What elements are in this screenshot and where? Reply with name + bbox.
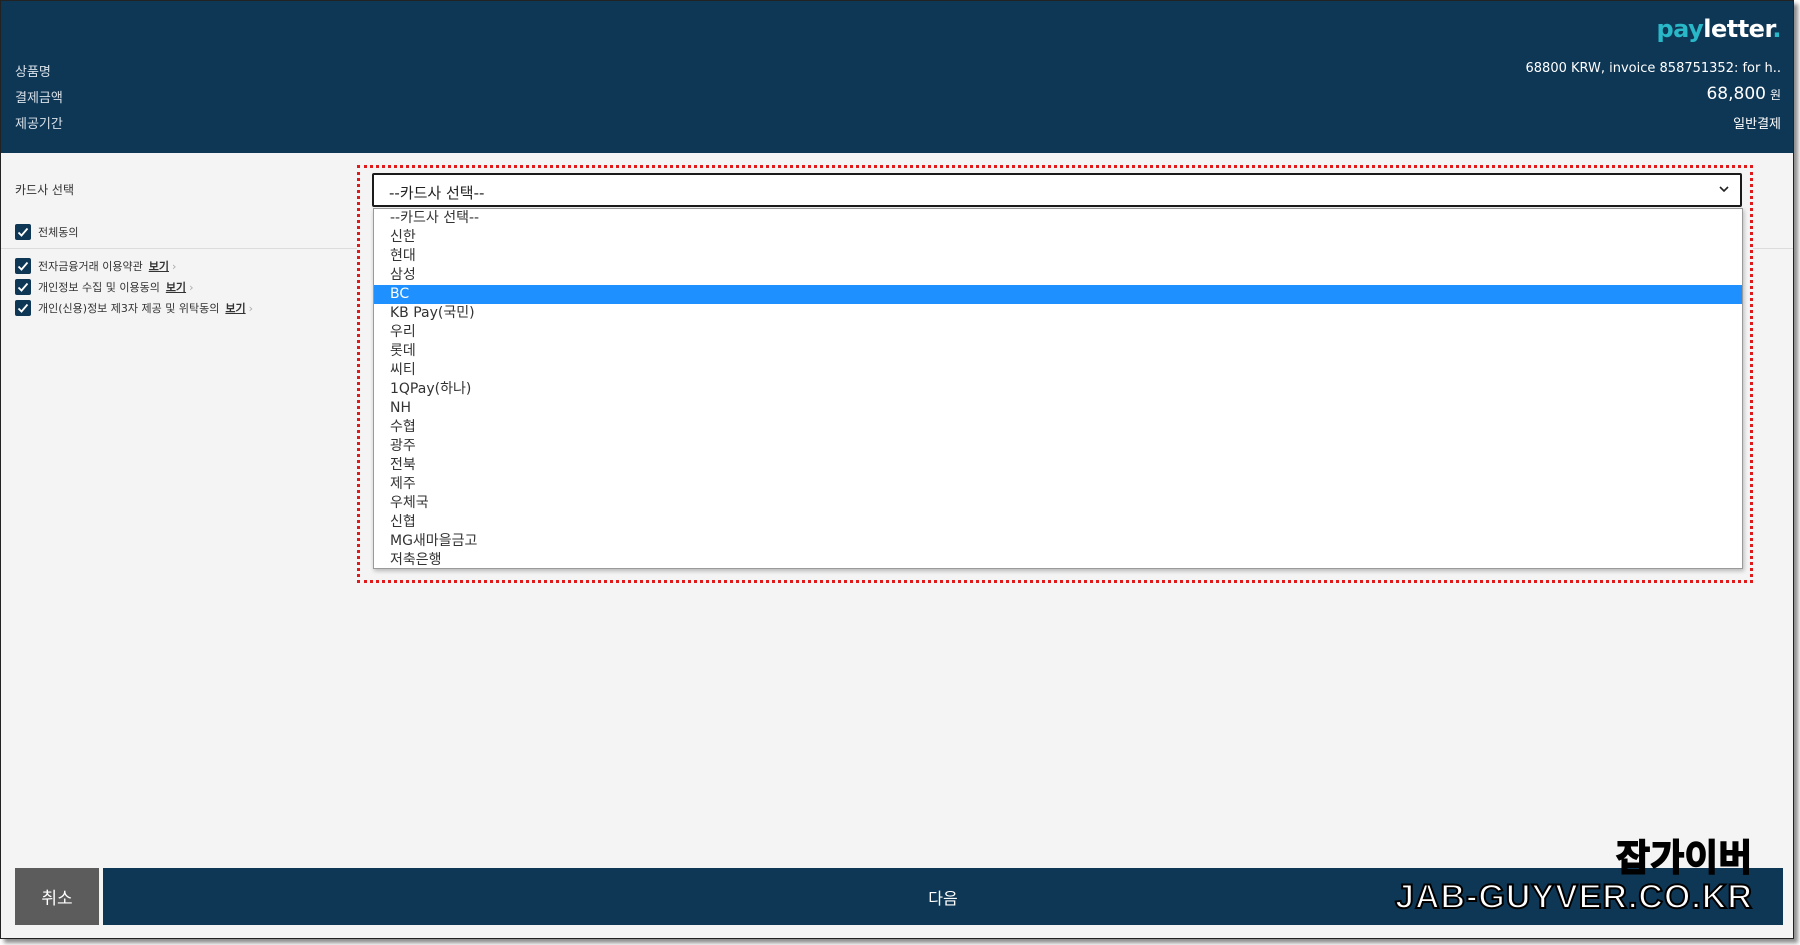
card-option[interactable]: --카드사 선택-- (374, 209, 1742, 228)
amount-value-row: 68,800 원 (1706, 84, 1781, 104)
amount-label: 결제금액 (15, 91, 63, 106)
card-option[interactable]: 수협 (374, 418, 1742, 437)
card-option[interactable]: 저축은행 (374, 551, 1742, 570)
agreement-label: 개인(신용)정보 제3자 제공 및 위탁동의 (38, 302, 220, 315)
watermark-url: JAB-GUYVER.CO.KR (1394, 877, 1753, 917)
agreement-checkbox[interactable] (15, 258, 31, 274)
card-company-select[interactable]: --카드사 선택-- (372, 173, 1742, 207)
chevron-right-icon: › (248, 301, 254, 315)
card-option[interactable]: 삼성 (374, 266, 1742, 285)
payment-header: payletter. 상품명 결제금액 제공기간 68800 KRW, invo… (1, 1, 1793, 153)
card-option[interactable]: 신한 (374, 228, 1742, 247)
card-option[interactable]: 제주 (374, 475, 1742, 494)
watermark-korean: 잡가이버 (1616, 837, 1753, 880)
chevron-right-icon: › (171, 259, 177, 273)
card-option[interactable]: 우리 (374, 323, 1742, 342)
card-option[interactable]: 광주 (374, 437, 1742, 456)
card-option[interactable]: 씨티 (374, 361, 1742, 380)
payletter-logo: payletter. (1656, 15, 1781, 43)
amount-value: 68,800 (1706, 84, 1766, 104)
product-value: 68800 KRW, invoice 858751352: for h.. (1525, 61, 1782, 76)
divider (1, 248, 357, 249)
agreement-row[interactable]: 개인정보 수집 및 이용동의 보기 › (15, 278, 193, 296)
period-value: 일반결제 (1733, 117, 1781, 132)
card-option-highlighted[interactable]: BC (374, 285, 1742, 304)
agreement-row[interactable]: 개인(신용)정보 제3자 제공 및 위탁동의 보기 › (15, 299, 253, 317)
card-option[interactable]: 전북 (374, 456, 1742, 475)
card-option[interactable]: 우체국 (374, 494, 1742, 513)
view-privacy-link[interactable]: 보기 (166, 279, 186, 295)
check-icon (17, 227, 29, 237)
card-select-value: --카드사 선택-- (389, 184, 485, 202)
agreement-checkbox[interactable] (15, 279, 31, 295)
check-icon (17, 261, 29, 271)
card-option[interactable]: MG새마을금고 (374, 532, 1742, 551)
card-option[interactable]: 신협 (374, 513, 1742, 532)
agreement-row[interactable]: 전자금융거래 이용약관 보기 › (15, 257, 176, 275)
card-option[interactable]: 롯데 (374, 342, 1742, 361)
check-icon (17, 303, 29, 313)
divider (1753, 248, 1793, 249)
view-terms-link[interactable]: 보기 (149, 258, 169, 274)
amount-unit: 원 (1769, 88, 1781, 102)
agreement-label: 전자금융거래 이용약관 (38, 260, 143, 273)
agree-all-row[interactable]: 전체동의 (15, 223, 78, 241)
card-option[interactable]: KB Pay(국민) (374, 304, 1742, 323)
payment-window: payletter. 상품명 결제금액 제공기간 68800 KRW, invo… (0, 0, 1794, 939)
view-third-party-link[interactable]: 보기 (225, 300, 245, 316)
card-option[interactable]: NH (374, 399, 1742, 418)
card-option[interactable]: 1QPay(하나) (374, 380, 1742, 399)
agree-all-checkbox[interactable] (15, 224, 31, 240)
agreement-checkbox[interactable] (15, 300, 31, 316)
chevron-right-icon: › (189, 280, 194, 294)
cancel-button[interactable]: 취소 (15, 868, 99, 925)
chevron-down-icon (1719, 186, 1729, 193)
agreement-label: 개인정보 수집 및 이용동의 (38, 281, 160, 294)
card-company-label: 카드사 선택 (15, 183, 75, 197)
card-company-dropdown-list: --카드사 선택-- 신한 현대 삼성 BC KB Pay(국민) 우리 롯데 … (373, 208, 1743, 569)
product-label: 상품명 (15, 65, 51, 80)
check-icon (17, 282, 29, 292)
period-label: 제공기간 (15, 117, 63, 132)
agree-all-label: 전체동의 (38, 226, 79, 239)
card-option[interactable]: 현대 (374, 247, 1742, 266)
